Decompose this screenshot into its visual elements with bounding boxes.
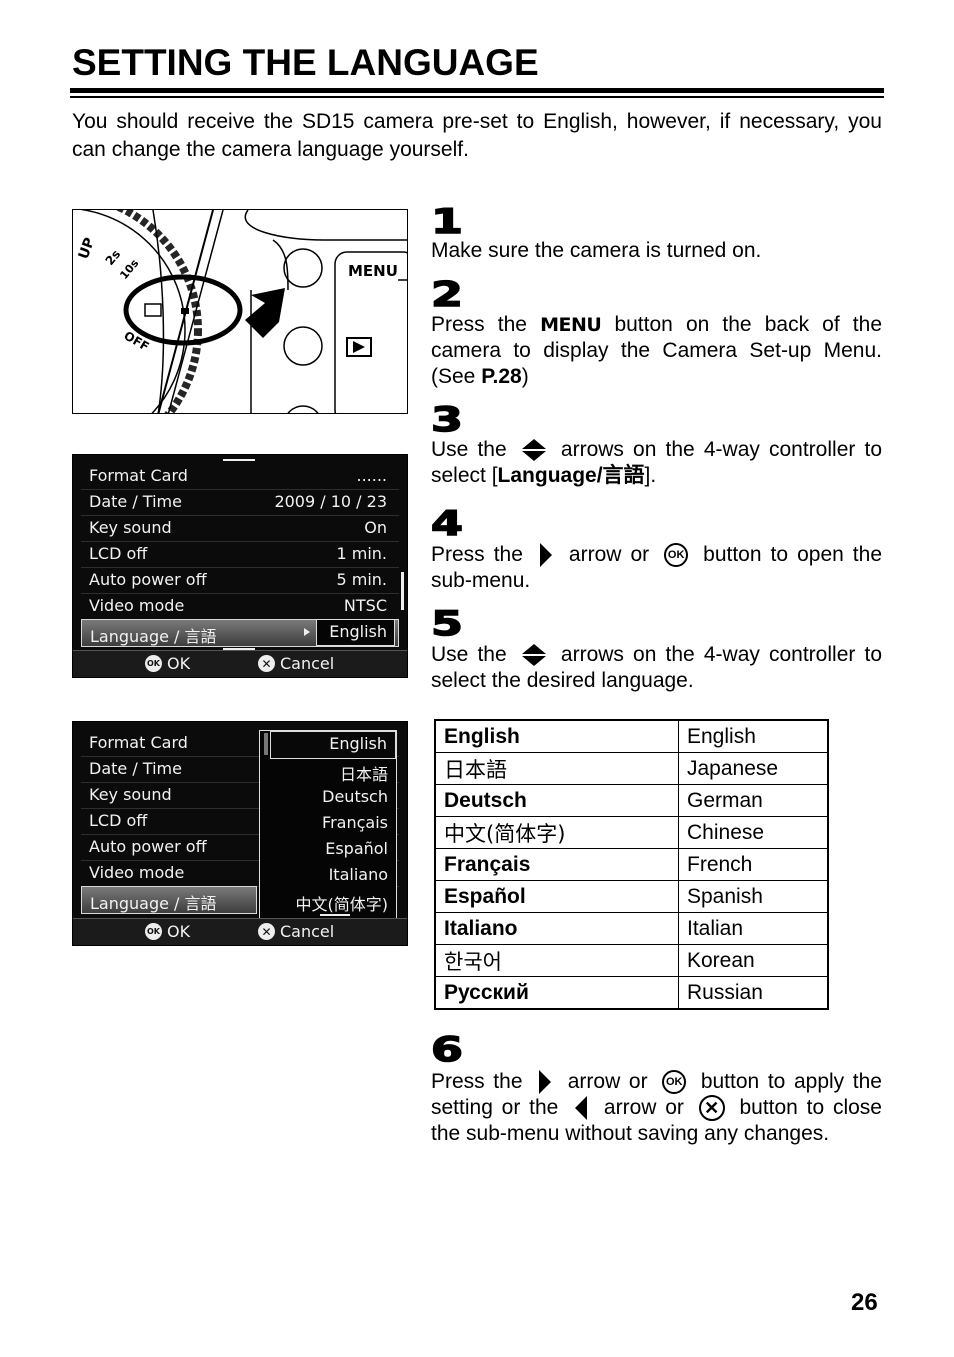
cancel-icon: ✕ (258, 655, 275, 672)
intro-paragraph: You should receive the SD15 camera pre-s… (72, 110, 882, 161)
menu-row-language[interactable]: Language / 言語 (81, 886, 257, 914)
submenu-option[interactable]: Français (322, 813, 388, 839)
title-rule-thick (70, 88, 884, 93)
language-submenu: English 日本語 Deutsch Français Español Ita… (259, 730, 397, 920)
camera-drawing: MENU UP 2s 10s OFF (76, 210, 407, 413)
step-number-5: 5 (430, 604, 464, 644)
menu-button-glyph: MENU (540, 314, 602, 336)
title-rule-thin (70, 96, 884, 98)
cancel-button[interactable]: ✕ Cancel (258, 654, 334, 673)
menu-row-video-mode[interactable]: Video mode NTSC (81, 593, 399, 620)
step-number-3: 3 (430, 400, 464, 440)
ok-button[interactable]: OK OK (145, 922, 190, 941)
svg-text:2s: 2s (103, 247, 124, 268)
menu-footer: OK OK ✕ Cancel (73, 650, 407, 677)
up-down-arrows-icon (521, 642, 546, 668)
step-number-4: 4 (430, 504, 464, 544)
step-4-text: Press the arrow or OK button to open the… (431, 543, 883, 592)
page-number: 26 (851, 1289, 878, 1316)
menu-row-auto-power-off[interactable]: Auto power off 5 min. (81, 567, 399, 594)
menu-row-lcd-off[interactable]: LCD off 1 min. (81, 541, 399, 568)
menu-button-label: MENU (348, 262, 398, 280)
submenu-option[interactable]: English (270, 731, 396, 759)
table-row: Deutsch German (434, 784, 829, 817)
step-number-6: 6 (430, 1030, 464, 1070)
submenu-arrow-icon (304, 628, 310, 636)
step-6-text: Press the arrow or OK button to apply th… (431, 1070, 882, 1146)
svg-text:UP: UP (76, 236, 98, 262)
table-row: 中文(简体字) Chinese (434, 816, 829, 849)
menu-screenshot-setup: Format Card...... Date / Time 2009 / 10 /… (72, 454, 408, 678)
right-arrow-icon (539, 1070, 552, 1095)
menu-screenshot-language-submenu: Format Card Date / Time Key sound LCD of… (72, 721, 408, 946)
cancel-button[interactable]: ✕ Cancel (258, 922, 334, 941)
ok-icon: OK (145, 923, 162, 940)
page-title: SETTING THE LANGUAGE (72, 42, 539, 83)
table-row: Français French (434, 848, 829, 881)
step-5-text: Use the arrows on the 4-way controller t… (431, 642, 882, 693)
step-3-text: Use the arrows on the 4-way controller t… (431, 437, 882, 488)
submenu-scrollbar[interactable] (264, 733, 268, 755)
scrollbar[interactable] (401, 572, 404, 610)
ok-button[interactable]: OK OK (145, 654, 190, 673)
submenu-option[interactable]: Deutsch (322, 787, 388, 813)
menu-row-date-time[interactable]: Date / Time 2009 / 10 / 23 (81, 489, 399, 516)
step-1-text: Make sure the camera is turned on. (431, 239, 762, 262)
step-number-2: 2 (430, 275, 464, 315)
ok-button-icon: OK (662, 1070, 687, 1095)
up-down-arrows-icon (521, 437, 546, 463)
scroll-down-indicator (320, 914, 350, 916)
ok-icon: OK (145, 655, 162, 672)
cancel-button-icon: ✕ (698, 1095, 725, 1122)
submenu-option[interactable]: Español (325, 839, 388, 865)
left-arrow-icon (575, 1096, 588, 1121)
submenu-option[interactable]: 日本語 (340, 761, 388, 787)
svg-text:OFF: OFF (122, 328, 152, 353)
submenu-option[interactable]: Italiano (329, 865, 388, 891)
scroll-up-indicator (223, 459, 255, 461)
page-reference: P.28 (481, 365, 522, 388)
table-row: Русский Russian (434, 976, 829, 1010)
language-table: English English 日本語 Japanese Deutsch German… (434, 719, 829, 1010)
ok-button-icon: OK (664, 543, 689, 568)
menu-row-key-sound[interactable]: Key sound On (81, 515, 399, 542)
camera-back-illustration: MENU UP 2s 10s OFF (72, 209, 408, 414)
table-row: 한국어 Korean (434, 944, 829, 977)
menu-row-format-card[interactable]: Format Card...... (81, 463, 399, 490)
cancel-icon: ✕ (258, 923, 275, 940)
right-arrow-icon (539, 543, 552, 568)
step-2-text: Press the MENU button on the back of the… (431, 313, 883, 388)
table-row: Español Spanish (434, 880, 829, 913)
table-row: English English (434, 719, 829, 753)
table-row: 日本語 Japanese (434, 752, 829, 785)
menu-row-language[interactable]: Language / 言語 English (81, 619, 399, 647)
table-row: Italiano Italian (434, 912, 829, 945)
svg-text:10s: 10s (117, 256, 141, 281)
step-number-1: 1 (430, 202, 464, 242)
menu-footer: OK OK ✕ Cancel (73, 918, 407, 945)
